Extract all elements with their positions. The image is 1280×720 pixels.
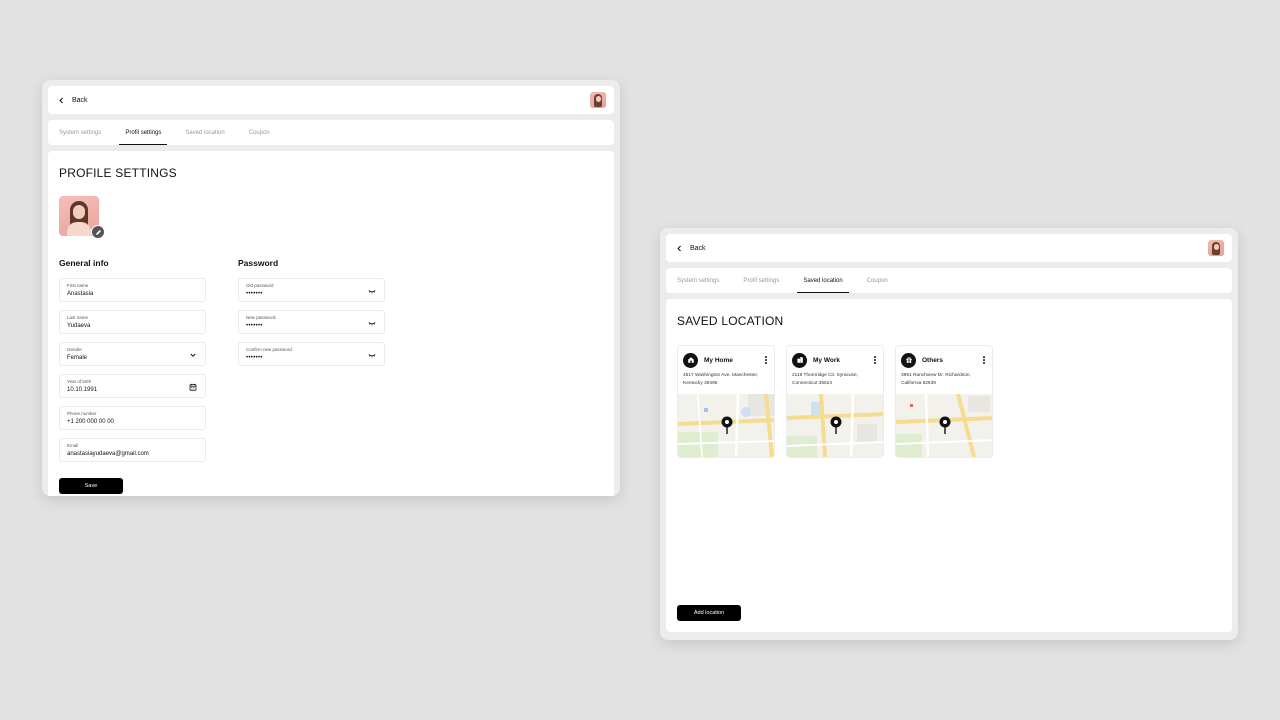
birth-year-value: 10.10.1991 (67, 387, 98, 393)
phone-label: Phone number (67, 411, 97, 416)
tab-profil-settings[interactable]: Profil settings (113, 120, 173, 145)
confirm-password-field[interactable]: Confirm new password ••••••• (238, 342, 385, 366)
top-bar: Back (666, 234, 1232, 262)
password-heading: Password (238, 258, 279, 268)
tab-system-settings[interactable]: System settings (677, 268, 731, 293)
email-label: Email (67, 443, 79, 448)
map-thumbnail[interactable] (896, 394, 993, 457)
location-address: 4517 Washington Ave. Manchester, Kentuck… (683, 373, 759, 386)
calendar-icon[interactable] (189, 383, 197, 391)
first-name-value: Anastasia (67, 291, 94, 297)
tab-coupon[interactable]: Coupon (855, 268, 900, 293)
save-button[interactable]: Save (59, 478, 123, 494)
pencil-icon (95, 229, 101, 235)
map-thumbnail[interactable] (787, 394, 884, 457)
back-button[interactable]: Back (58, 97, 88, 104)
gender-label: Gender (67, 347, 83, 352)
location-card-home[interactable]: My Home 4517 Washington Ave. Manchester,… (677, 345, 775, 458)
last-name-value: Yudaeva (67, 323, 91, 329)
location-name: My Work (813, 356, 840, 364)
user-avatar[interactable] (590, 92, 606, 108)
confirm-password-value: ••••••• (246, 355, 263, 361)
more-options-icon[interactable] (872, 355, 878, 365)
user-avatar[interactable] (1208, 240, 1224, 256)
confirm-password-label: Confirm new password (246, 347, 292, 352)
location-name: My Home (704, 356, 733, 364)
gender-select[interactable]: Gender Female (59, 342, 206, 366)
settings-tabs: System settings Profil settings Saved lo… (48, 120, 614, 145)
home-icon (683, 352, 698, 368)
back-button[interactable]: Back (676, 245, 706, 252)
eye-closed-icon[interactable] (368, 319, 376, 327)
profile-panel: PROFILE SETTINGS General info First name… (48, 151, 614, 496)
tab-coupon[interactable]: Coupon (237, 120, 282, 145)
first-name-field[interactable]: First name Anastasia (59, 278, 206, 302)
profile-settings-window: Back System settings Profil settings Sav… (42, 80, 620, 496)
saved-location-window: Back System settings Profil settings Sav… (660, 228, 1238, 640)
add-location-button[interactable]: Add location (677, 605, 741, 621)
last-name-label: Last name (67, 315, 89, 320)
chevron-left-icon (677, 245, 681, 251)
location-card-others[interactable]: Others 3891 Ranchview Dr. Richardson, Ca… (895, 345, 993, 458)
old-password-label: Old password (246, 283, 274, 288)
more-options-icon[interactable] (981, 355, 987, 365)
email-field[interactable]: Email anastasiayudaeva@gmail.com (59, 438, 206, 462)
tab-system-settings[interactable]: System settings (59, 120, 113, 145)
chevron-down-icon (190, 353, 196, 357)
last-name-field[interactable]: Last name Yudaeva (59, 310, 206, 334)
page-title: SAVED LOCATION (677, 314, 784, 328)
new-password-value: ••••••• (246, 323, 263, 329)
phone-value: +1 200 000 00 00 (67, 419, 114, 425)
page-title: PROFILE SETTINGS (59, 166, 177, 180)
tab-profil-settings[interactable]: Profil settings (731, 268, 791, 293)
back-label: Back (690, 244, 706, 252)
location-address: 2118 Thornridge Cir. Syracuse, Connectic… (792, 373, 858, 386)
building-icon (792, 352, 807, 368)
tab-saved-location[interactable]: Saved location (791, 268, 854, 293)
first-name-label: First name (67, 283, 89, 288)
eye-closed-icon[interactable] (368, 287, 376, 295)
settings-tabs: System settings Profil settings Saved lo… (666, 268, 1232, 293)
location-name: Others (922, 356, 943, 364)
phone-field[interactable]: Phone number +1 200 000 00 00 (59, 406, 206, 430)
location-card-work[interactable]: My Work 2118 Thornridge Cir. Syracuse, C… (786, 345, 884, 458)
gender-value: Female (67, 355, 88, 361)
back-label: Back (72, 96, 88, 104)
old-password-field[interactable]: Old password ••••••• (238, 278, 385, 302)
gift-icon (901, 352, 916, 368)
new-password-label: New password (246, 315, 276, 320)
map-thumbnail[interactable] (678, 394, 775, 457)
birth-year-field[interactable]: Year of birth 10.10.1991 (59, 374, 206, 398)
email-value: anastasiayudaeva@gmail.com (67, 451, 149, 457)
tab-saved-location[interactable]: Saved location (173, 120, 236, 145)
chevron-left-icon (59, 97, 63, 103)
edit-photo-button[interactable] (91, 225, 105, 239)
general-info-heading: General info (59, 258, 109, 268)
birth-year-label: Year of birth (67, 379, 92, 384)
top-bar: Back (48, 86, 614, 114)
old-password-value: ••••••• (246, 291, 263, 297)
saved-location-panel: SAVED LOCATION My Home 4517 Washington A… (666, 299, 1232, 632)
new-password-field[interactable]: New password ••••••• (238, 310, 385, 334)
more-options-icon[interactable] (763, 355, 769, 365)
location-address: 3891 Ranchview Dr. Richardson, Californi… (901, 373, 971, 386)
eye-closed-icon[interactable] (368, 351, 376, 359)
